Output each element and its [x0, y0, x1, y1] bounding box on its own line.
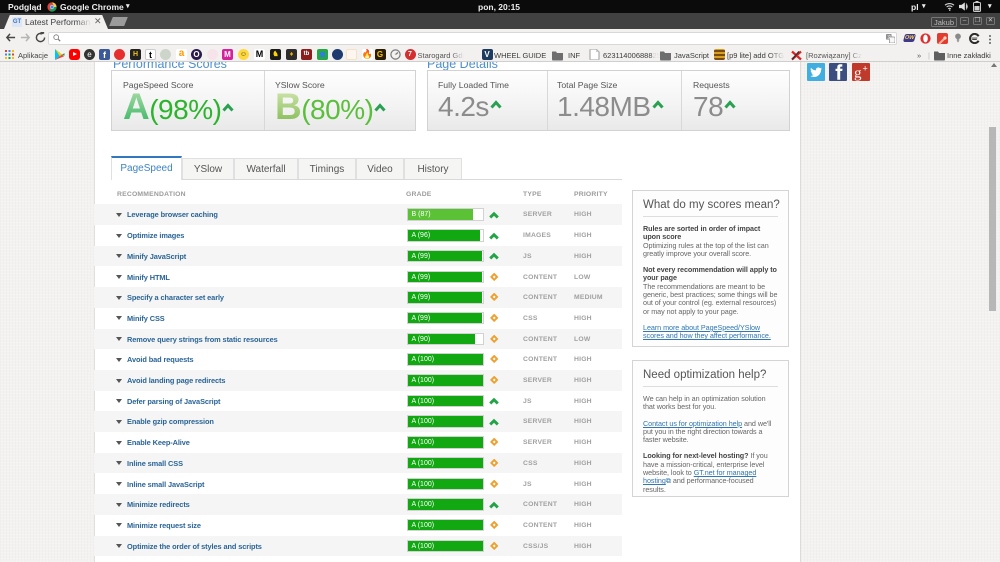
svg-text:g: g [854, 66, 862, 82]
svg-text:+: + [863, 64, 868, 74]
svg-text:文: 文 [887, 34, 891, 40]
